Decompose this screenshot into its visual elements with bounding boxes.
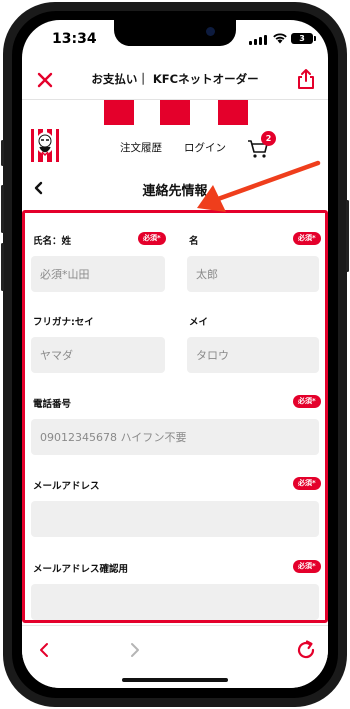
page-title: 連絡先情報	[142, 184, 208, 199]
reload-icon[interactable]	[295, 639, 317, 661]
email-label: メールアドレス	[33, 481, 100, 492]
battery-icon: 3	[291, 33, 316, 44]
app-header: お支払い｜ KFCネットオーダー	[22, 60, 328, 100]
header-title: お支払い｜ KFCネットオーダー	[91, 72, 259, 86]
camera-icon	[206, 27, 215, 36]
brand-stripes	[104, 100, 249, 125]
wifi-icon	[273, 33, 287, 44]
first-name-input[interactable]	[187, 256, 319, 292]
browser-toolbar	[22, 625, 328, 688]
required-badge: 必須*	[293, 232, 321, 245]
first-kana-label: メイ	[189, 317, 209, 328]
last-name-label: 氏名：姓	[33, 236, 72, 247]
order-history-link[interactable]: 注文履歴	[120, 140, 162, 155]
phone-input[interactable]	[31, 419, 319, 455]
signal-icon	[249, 34, 269, 45]
required-badge: 必須*	[293, 560, 321, 573]
last-name-input[interactable]	[31, 256, 165, 292]
status-time: 13:34	[52, 31, 97, 47]
login-link[interactable]: ログイン	[184, 140, 226, 155]
volume-down-button	[1, 243, 4, 291]
side-button	[1, 140, 4, 166]
email-input[interactable]	[31, 501, 319, 537]
cart-button[interactable]: 2	[247, 131, 287, 161]
first-kana-input[interactable]	[187, 337, 319, 373]
email-confirm-input[interactable]	[31, 584, 319, 620]
power-button	[346, 200, 349, 272]
volume-up-button	[1, 185, 4, 233]
required-badge: 必須*	[293, 395, 321, 408]
email-confirm-label: メールアドレス確認用	[33, 564, 129, 575]
home-indicator	[122, 678, 228, 682]
first-name-label: 名	[189, 236, 199, 247]
share-icon[interactable]	[296, 68, 316, 90]
last-kana-input[interactable]	[31, 337, 165, 373]
required-badge: 必須*	[293, 477, 321, 490]
kfc-colonel-logo[interactable]	[31, 129, 59, 162]
phone-label: 電話番号	[33, 399, 72, 410]
browser-back-icon[interactable]	[36, 640, 52, 660]
notch	[114, 20, 236, 46]
browser-forward-icon[interactable]	[127, 640, 143, 660]
contact-form: 氏名：姓 必須* 名 必須* フリガナ:セイ メイ 電話番号 必須* メールアド…	[22, 210, 328, 623]
required-badge: 必須*	[138, 232, 166, 245]
cart-count-badge: 2	[261, 131, 276, 146]
last-kana-label: フリガナ:セイ	[33, 317, 94, 328]
screen: 13:34 3 お支払い｜ KFCネットオーダー 注文履歴 ログイン 2 連絡先…	[22, 20, 328, 688]
